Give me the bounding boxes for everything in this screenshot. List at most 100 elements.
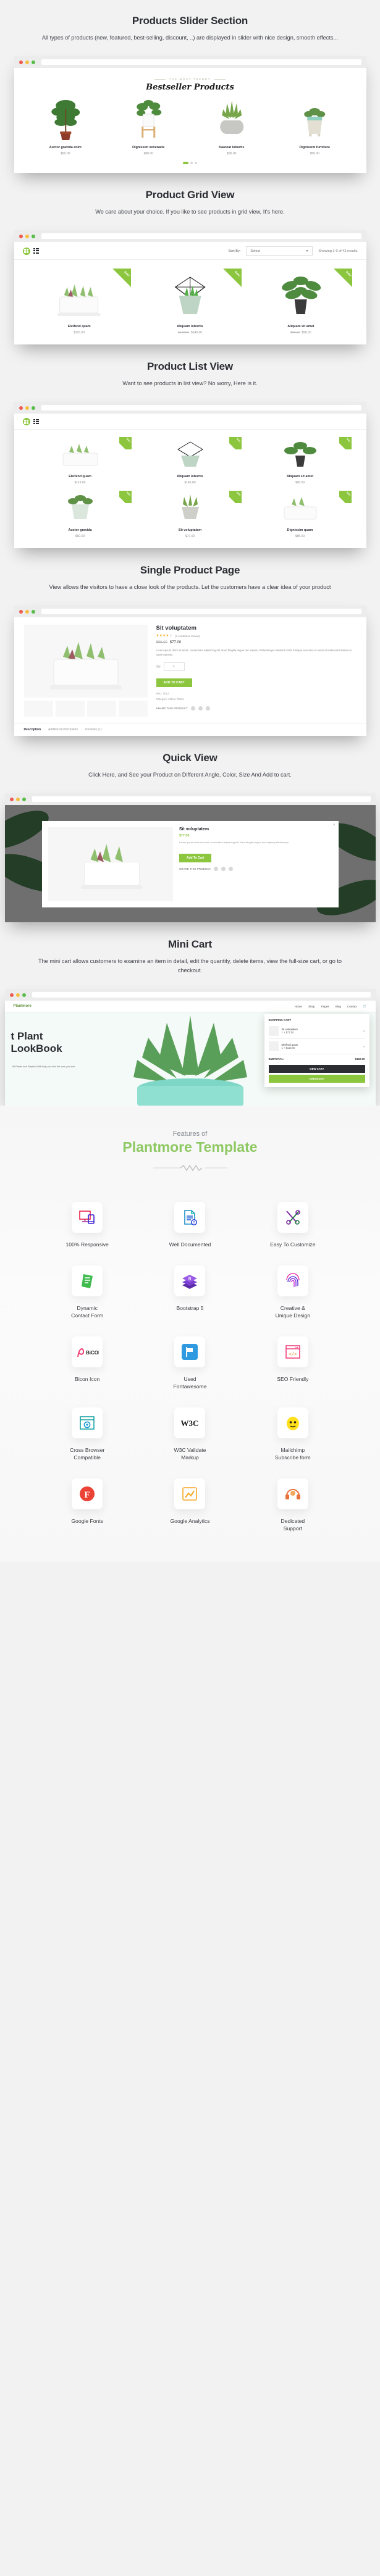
minimize-icon[interactable] bbox=[15, 797, 20, 801]
address-bar[interactable] bbox=[41, 405, 361, 411]
cart-icon[interactable]: 🛒 bbox=[363, 1004, 367, 1008]
thumbnail[interactable] bbox=[23, 701, 53, 717]
product-card[interactable]: Sale! Eleifend quam $115.00 bbox=[29, 437, 132, 485]
product-price-old: $66.00 bbox=[156, 641, 167, 644]
cart-item[interactable]: Eleifend quam 1 × $115.00 × bbox=[268, 1039, 365, 1054]
grid-view-icon[interactable] bbox=[22, 418, 30, 425]
maximize-icon[interactable] bbox=[22, 993, 26, 997]
maximize-icon[interactable] bbox=[31, 406, 35, 410]
maximize-icon[interactable] bbox=[22, 797, 26, 801]
feature-item[interactable]: Dynamic Contact Form bbox=[36, 1257, 138, 1328]
feature-item[interactable]: BiCON Bicon Icon bbox=[36, 1328, 138, 1399]
product-card[interactable]: Dignissim venenatis $80.00 bbox=[107, 97, 190, 156]
maximize-icon[interactable] bbox=[31, 234, 35, 238]
address-bar[interactable] bbox=[32, 796, 371, 802]
pinterest-icon[interactable] bbox=[229, 866, 234, 871]
product-card[interactable]: Sale! Sit voluptatem $77.00 bbox=[139, 491, 242, 538]
feature-item[interactable]: W3C W3C Validate Markup bbox=[138, 1399, 241, 1470]
address-bar[interactable] bbox=[41, 609, 361, 614]
list-view-icon[interactable] bbox=[33, 419, 39, 425]
feature-item[interactable]: Easy To Customize bbox=[242, 1193, 344, 1257]
tab-description[interactable]: Description bbox=[24, 728, 41, 732]
product-card[interactable]: Sale! Aliquam lobortis $145.00 bbox=[139, 437, 242, 485]
feature-item[interactable]: Dedicated Support bbox=[242, 1470, 344, 1541]
product-tabs[interactable]: Description Additional information Revie… bbox=[14, 723, 366, 736]
list-view-icon[interactable] bbox=[33, 248, 39, 254]
product-card[interactable]: Sale! Aliquam sit amet $99.00 $90.00 bbox=[249, 269, 353, 335]
product-card[interactable]: Sale! Aliquam sit amet $90.00 bbox=[249, 437, 352, 485]
product-card[interactable]: Auctor gravida enim $60.00 bbox=[24, 97, 108, 156]
close-icon[interactable]: × bbox=[333, 823, 336, 827]
product-card[interactable]: Kaaroat lobortis $95.00 bbox=[190, 97, 274, 156]
thumbnail[interactable] bbox=[55, 701, 85, 717]
minimize-icon[interactable] bbox=[25, 406, 29, 410]
nav-item-home[interactable]: Home bbox=[295, 1005, 302, 1008]
sort-by-select[interactable]: Select bbox=[246, 246, 313, 256]
view-cart-button[interactable]: VIEW CART bbox=[268, 1065, 365, 1073]
slider-pagination[interactable] bbox=[14, 156, 366, 173]
nav-item-shop[interactable]: Shop bbox=[308, 1005, 315, 1008]
nav-item-contact[interactable]: Contact bbox=[347, 1005, 357, 1008]
tab-additional-information[interactable]: Additional information bbox=[48, 728, 78, 732]
cart-item[interactable]: Sit voluptatem 1 × $77.00 × bbox=[268, 1023, 365, 1039]
product-thumbnails[interactable] bbox=[23, 701, 148, 717]
remove-item-icon[interactable]: × bbox=[363, 1030, 365, 1033]
close-icon[interactable] bbox=[9, 993, 14, 997]
pinterest-icon[interactable] bbox=[205, 706, 210, 711]
minimize-icon[interactable] bbox=[25, 609, 29, 614]
close-icon[interactable] bbox=[19, 609, 23, 614]
add-to-cart-button[interactable]: Add To Cart bbox=[179, 853, 212, 862]
remove-item-icon[interactable]: × bbox=[363, 1045, 365, 1048]
minimize-icon[interactable] bbox=[25, 60, 29, 64]
product-grid: Sale! Eleifend quam $115.00 Sale! Aliqua… bbox=[14, 260, 366, 344]
feature-item[interactable]: Used Fontawesome bbox=[138, 1328, 241, 1399]
nav-item-blog[interactable]: Blog bbox=[336, 1005, 341, 1008]
thumbnail[interactable] bbox=[87, 701, 116, 717]
thumbnail[interactable] bbox=[118, 701, 148, 717]
product-card[interactable]: Sale! Eleifend quam $115.00 bbox=[28, 269, 131, 335]
address-bar[interactable] bbox=[32, 992, 371, 998]
minimize-icon[interactable] bbox=[15, 993, 20, 997]
product-card[interactable]: Dignissim furniture $60.00 bbox=[273, 97, 357, 156]
product-name: Aliquam lobortis bbox=[177, 475, 203, 478]
product-gallery[interactable] bbox=[23, 625, 148, 717]
tab-reviews[interactable]: Reviews (1) bbox=[85, 728, 101, 732]
quantity-stepper[interactable]: 1 bbox=[163, 662, 185, 671]
feature-item[interactable]: Well Documented bbox=[138, 1193, 241, 1257]
feature-item[interactable]: </> SEO Friendly bbox=[242, 1328, 344, 1399]
feature-item[interactable]: B Bootstrap 5 bbox=[138, 1257, 241, 1328]
slider-dot[interactable] bbox=[195, 162, 197, 164]
slider-dot[interactable] bbox=[190, 162, 193, 164]
minimize-icon[interactable] bbox=[25, 234, 29, 238]
feature-item[interactable]: Cross Browser Compatible bbox=[36, 1399, 138, 1470]
product-main-image[interactable] bbox=[23, 625, 148, 698]
facebook-icon[interactable] bbox=[190, 706, 195, 711]
twitter-icon[interactable] bbox=[198, 706, 203, 711]
product-card[interactable]: Sale! Aliquam lobortis $140.00 $145.00 bbox=[138, 269, 242, 335]
close-icon[interactable] bbox=[19, 60, 23, 64]
close-icon[interactable] bbox=[9, 797, 14, 801]
maximize-icon[interactable] bbox=[31, 609, 35, 614]
address-bar[interactable] bbox=[41, 59, 361, 65]
add-to-cart-button[interactable]: ADD TO CART bbox=[156, 678, 192, 687]
checkout-button[interactable]: CHECKOUT bbox=[268, 1075, 365, 1083]
close-icon[interactable] bbox=[19, 406, 23, 410]
twitter-icon[interactable] bbox=[221, 866, 226, 871]
address-bar[interactable] bbox=[41, 233, 361, 239]
feature-item[interactable]: 100% Responsive bbox=[36, 1193, 138, 1257]
product-card[interactable]: Sale! Dignissim quam $85.00 bbox=[249, 491, 352, 538]
product-card[interactable]: Sale! Auctor gravida $60.00 bbox=[29, 491, 132, 538]
grid-view-icon[interactable] bbox=[22, 247, 30, 255]
feature-item[interactable]: Google Analytics bbox=[138, 1470, 241, 1541]
close-icon[interactable] bbox=[19, 234, 23, 238]
nav-item-pages[interactable]: Pages bbox=[321, 1005, 329, 1008]
feature-item[interactable]: F Google Fonts bbox=[36, 1470, 138, 1541]
slider-track[interactable]: Auctor gravida enim $60.00 Dignissim ven… bbox=[14, 97, 366, 156]
maximize-icon[interactable] bbox=[31, 60, 35, 64]
slider-dot[interactable] bbox=[183, 162, 188, 164]
section-subtitle: We care about your choice. If you like t… bbox=[95, 209, 285, 215]
feature-item[interactable]: Mailchimp Subscribe form bbox=[242, 1399, 344, 1470]
facebook-icon[interactable] bbox=[214, 866, 219, 871]
site-logo[interactable]: Plantmore bbox=[14, 1004, 32, 1008]
feature-item[interactable]: Creative & Unique Design bbox=[242, 1257, 344, 1328]
